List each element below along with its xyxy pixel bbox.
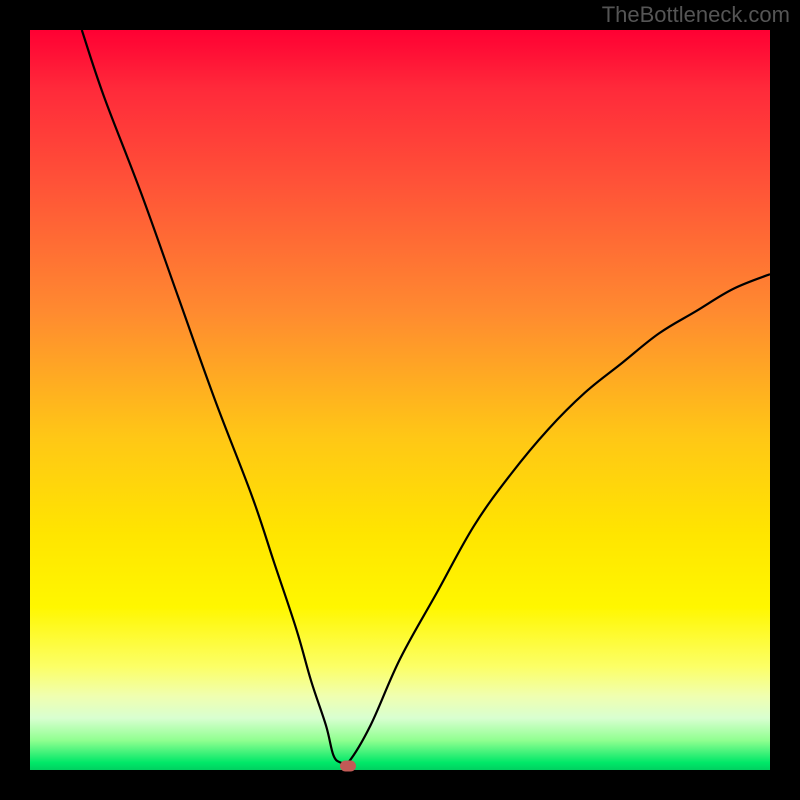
optimum-marker-icon <box>340 761 356 772</box>
watermark-text: TheBottleneck.com <box>602 2 790 28</box>
chart-curve <box>30 30 770 770</box>
bottleneck-curve <box>82 30 770 766</box>
chart-frame <box>30 30 770 770</box>
